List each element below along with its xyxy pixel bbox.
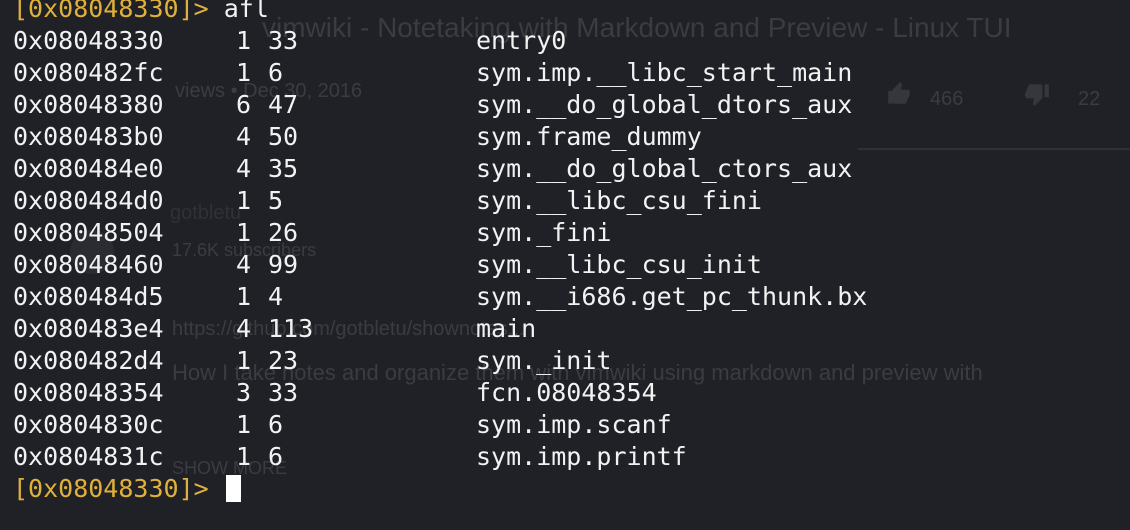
background-video-title: vimwiki - Notetaking with Markdown and P… [262,12,1012,43]
function-address: 0x08048460 [13,250,164,279]
function-row: 0x0804831c 1 6 sym.imp.printf [13,441,687,473]
function-row: 0x08048460 4 99 sym.__libc_csu_init [13,249,762,281]
function-basic-block-count: 3 [236,378,252,407]
function-row: 0x08048504 1 26 sym._fini [13,217,611,249]
function-basic-block-count: 1 [236,58,252,87]
function-row: 0x080482fc 1 6 sym.imp.__libc_start_main [13,57,852,89]
function-name: sym.__libc_csu_fini [476,186,762,215]
function-basic-block-count: 1 [236,442,252,471]
function-address: 0x0804830c [13,410,164,439]
function-basic-block-count: 1 [236,410,252,439]
input-line[interactable]: [0x08048330]> [13,473,269,505]
function-address: 0x080483b0 [13,122,164,151]
function-address: 0x0804831c [13,442,164,471]
function-size: 6 [268,442,284,471]
function-address: 0x08048354 [13,378,164,407]
function-size: 50 [268,122,299,151]
function-basic-block-count: 1 [236,26,252,55]
function-basic-block-count: 1 [236,186,252,215]
function-address: 0x080484d5 [13,282,164,311]
function-name: sym.__do_global_dtors_aux [476,90,853,119]
function-name: sym._init [476,346,612,375]
function-size: 35 [268,154,299,183]
function-size: 5 [268,186,284,215]
function-size: 99 [268,250,299,279]
thumbs-down-icon [1024,80,1050,108]
function-basic-block-count: 1 [236,218,252,247]
function-size: 23 [268,346,299,375]
function-row: 0x080484d5 1 4 sym.__i686.get_pc_thunk.bx [13,281,867,313]
function-row: 0x0804830c 1 6 sym.imp.scanf [13,409,672,441]
function-name: sym.imp.__libc_start_main [476,58,853,87]
function-row: 0x08048380 6 47 sym.__do_global_dtors_aux [13,89,852,121]
entered-command: afl [223,0,269,23]
function-name: main [476,314,537,343]
function-address: 0x080482d4 [13,346,164,375]
function-basic-block-count: 4 [236,154,252,183]
function-size: 26 [268,218,299,247]
function-basic-block-count: 4 [236,122,252,151]
shell-prompt: [0x08048330]> [13,474,209,503]
function-basic-block-count: 1 [236,282,252,311]
function-name: sym.__do_global_ctors_aux [476,154,853,183]
command-line: [0x08048330]> afl [13,0,269,25]
function-row: 0x080482d4 1 23 sym._init [13,345,611,377]
function-name: sym.__libc_csu_init [476,250,762,279]
function-row: 0x080484d0 1 5 sym.__libc_csu_fini [13,185,762,217]
function-address: 0x080482fc [13,58,164,87]
function-name: fcn.08048354 [476,378,657,407]
function-size: 113 [268,314,314,343]
function-name: sym.imp.scanf [476,410,672,439]
function-size: 6 [268,410,284,439]
function-address: 0x080483e4 [13,314,164,343]
function-name: sym.frame_dummy [476,122,702,151]
function-row: 0x08048354 3 33 fcn.08048354 [13,377,657,409]
function-size: 47 [268,90,299,119]
function-name: sym._fini [476,218,612,247]
function-basic-block-count: 1 [236,346,252,375]
terminal-window[interactable]: vimwiki - Notetaking with Markdown and P… [0,0,1130,530]
function-list: 0x08048330 1 33 entry0 0x080482fc 1 6 sym.imp._… [13,25,867,473]
function-address: 0x08048504 [13,218,164,247]
function-name: sym.__i686.get_pc_thunk.bx [476,282,868,311]
function-size: 33 [268,378,299,407]
function-name: sym.imp.printf [476,442,687,471]
background-likes-count: 466 [930,88,964,110]
function-row: 0x080484e0 4 35 sym.__do_global_ctors_aux [13,153,852,185]
shell-prompt: [0x08048330]> [13,0,209,23]
function-size: 6 [268,58,284,87]
function-size: 4 [268,282,284,311]
function-name: entry0 [476,26,567,55]
function-basic-block-count: 6 [236,90,252,119]
function-basic-block-count: 4 [236,314,252,343]
background-dislikes-count: 22 [1078,88,1101,110]
function-address: 0x08048380 [13,90,164,119]
thumbs-up-icon [886,80,912,108]
function-address: 0x08048330 [13,26,164,55]
function-row: 0x080483b0 4 50 sym.frame_dummy [13,121,702,153]
text-cursor[interactable] [225,475,241,502]
function-row: 0x080483e4 4 113 main [13,313,536,345]
function-address: 0x080484d0 [13,186,164,215]
function-size: 33 [268,26,299,55]
terminal-output: [0x08048330]> afl 0x08048330 1 33 entry0 0x0… [13,0,867,505]
background-divider [858,148,1130,150]
function-row: 0x08048330 1 33 entry0 [13,25,566,57]
function-basic-block-count: 4 [236,250,252,279]
function-address: 0x080484e0 [13,154,164,183]
